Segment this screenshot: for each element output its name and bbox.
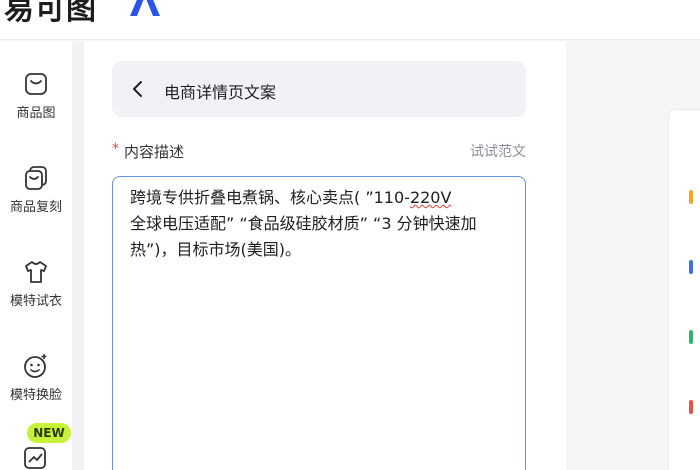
logo-mark-icon <box>130 0 160 16</box>
sidebar-item-product-copy[interactable]: 商品复刻 <box>0 165 72 215</box>
sidebar-item-label: 模特换脸 <box>9 388 62 403</box>
app-logo-text: 易可图 <box>4 0 97 27</box>
field-label: 内容描述 <box>124 143 185 161</box>
main-panel: 电商详情页文案 * 内容描述 试试范文 跨境专供折叠电煮锅、核心卖点( ”110… <box>84 41 566 470</box>
sidebar-item-label: 商品复刻 <box>9 200 62 215</box>
sidebar-item-model-tryon[interactable]: 模特试衣 <box>0 259 72 309</box>
top-header: 易可图 <box>0 0 700 40</box>
sidebar-item-label: 模特试衣 <box>9 294 62 309</box>
marker <box>689 190 693 204</box>
edit-image-icon[interactable] <box>22 445 48 470</box>
spellcheck-word: 220V <box>409 188 452 207</box>
marker <box>689 400 693 414</box>
bag-icon <box>25 73 47 95</box>
page-title: 电商详情页文案 <box>164 83 277 102</box>
sidebar-item-face-swap[interactable]: 模特换脸 <box>0 353 72 403</box>
try-example-link[interactable]: 试试范文 <box>470 141 526 161</box>
required-mark: * <box>112 141 119 157</box>
tshirt-icon <box>25 261 47 283</box>
sidebar-item-product-image[interactable]: 商品图 <box>0 71 72 121</box>
panel-title-bar: 电商详情页文案 <box>112 61 526 117</box>
content-description-textarea[interactable]: 跨境专供折叠电煮锅、核心卖点( ”110-220V 全球电压适配” “食品级硅胶材… <box>112 176 526 470</box>
sidebar-divider <box>72 41 84 470</box>
copy-bag-icon <box>25 166 47 190</box>
marker <box>689 330 693 344</box>
output-area <box>566 41 700 470</box>
new-badge: NEW <box>27 423 71 443</box>
output-card <box>668 109 700 470</box>
textarea-value: 跨境专供折叠电煮锅、核心卖点( ”110-220V 全球电压适配” “食品级硅胶材… <box>130 185 513 263</box>
textarea-value-part: 跨境专供折叠电煮锅、核心卖点( ”110- <box>130 188 410 207</box>
field-header: * 内容描述 试试范文 <box>112 141 526 165</box>
sidebar: 商品图 商品复刻 模特试衣 模特换脸 NEW <box>0 41 72 470</box>
textarea-value-part: 全球电压适配” “食品级硅胶材质” “3 分钟快速加热”)，目标市场(美国)。 <box>130 214 477 259</box>
sidebar-item-label: 商品图 <box>16 106 56 121</box>
marker <box>689 260 693 274</box>
back-arrow-icon[interactable] <box>128 78 148 100</box>
face-swap-icon <box>24 354 47 378</box>
